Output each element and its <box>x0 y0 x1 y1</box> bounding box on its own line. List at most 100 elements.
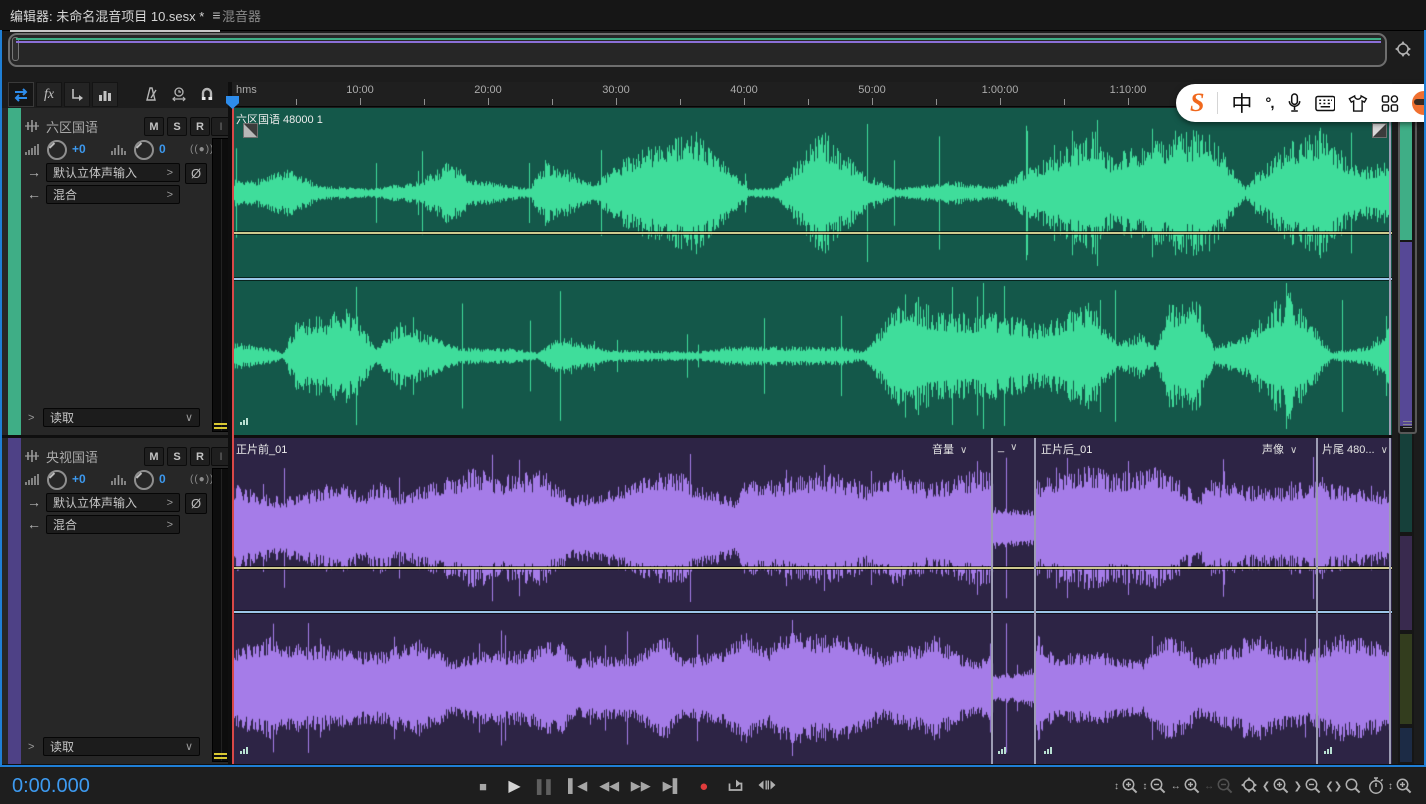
track2-mute-button[interactable]: M <box>144 447 164 466</box>
fast-forward-button[interactable]: ▶▶ <box>630 778 652 794</box>
zoom-navigator-bar[interactable] <box>8 33 1387 67</box>
tab-editor[interactable]: 编辑器: 未命名混音项目 10.sesx * ≡ <box>10 0 220 32</box>
track1-input-select[interactable]: 默认立体声输入 > <box>46 163 180 182</box>
zoom-out-time-button[interactable]: ↔ <box>1204 776 1235 796</box>
track2-volume-envelope[interactable] <box>232 567 1392 569</box>
ime-punctuation-icon[interactable]: °, <box>1265 95 1273 112</box>
effects-rack-button[interactable]: fx <box>36 82 62 107</box>
clip-right-edge[interactable] <box>1389 108 1391 435</box>
clip-boundary[interactable] <box>1316 438 1318 764</box>
track1-volume-envelope[interactable] <box>232 232 1392 234</box>
clip-gain-icon[interactable] <box>998 747 1006 754</box>
clip-envelope-selector[interactable]: 声像∨ <box>1262 441 1297 457</box>
track1-color-strip[interactable] <box>8 108 21 435</box>
track2-name[interactable]: 央视国语 <box>46 447 98 466</box>
track2-pan-knob[interactable] <box>134 470 154 490</box>
metering-button[interactable] <box>92 82 118 107</box>
minimap-thumb[interactable] <box>1398 108 1417 434</box>
magnet-snap-icon[interactable] <box>196 82 218 105</box>
go-to-next-button[interactable]: ▶▌ <box>661 778 683 794</box>
track2-pan-value[interactable]: 0 <box>159 472 166 486</box>
tab-mixer-label: 混音器 <box>222 6 261 25</box>
metronome-icon[interactable] <box>140 82 162 105</box>
loop-playback-button[interactable] <box>724 776 746 796</box>
clip-boundary[interactable] <box>1034 438 1036 764</box>
zoom-in-amplitude-button[interactable]: ↕ <box>1114 776 1140 796</box>
clip-boundary[interactable] <box>991 438 993 764</box>
time-display[interactable]: 0:00.000 <box>12 775 90 798</box>
track2-automation-mode-select[interactable]: 读取 ∨ <box>43 737 200 756</box>
clip-label[interactable]: 正片前_01 <box>236 441 287 457</box>
zoom-out-amplitude-button[interactable]: ↕ <box>1142 776 1168 796</box>
track2-clips[interactable]: 正片前_01 音量∨ _∨ 正片后_01 声像∨ 片尾 480...∨ <box>232 438 1392 764</box>
track2-color-strip[interactable] <box>8 438 21 764</box>
rewind-button[interactable]: ◀◀ <box>598 778 620 794</box>
timer-button[interactable] <box>1366 776 1386 796</box>
play-button[interactable]: ▶ <box>504 776 526 796</box>
track2-input-select[interactable]: 默认立体声输入 > <box>46 493 180 512</box>
caret-down-icon: ∨ <box>1290 445 1297 456</box>
zoom-in-time-button[interactable]: ↔ <box>1171 776 1202 796</box>
clip-gain-icon[interactable] <box>1044 747 1052 754</box>
smart-monitor-icon[interactable]: ((●)) <box>190 144 214 155</box>
panel-menu-icon[interactable]: ≡ <box>212 7 220 23</box>
record-button[interactable]: ● <box>693 778 715 795</box>
clip-label[interactable]: 正片后_01 <box>1041 441 1092 457</box>
navigator-zoom-reset-icon[interactable] <box>1392 40 1414 62</box>
track1-solo-button[interactable]: S <box>167 117 187 136</box>
nudge-icon[interactable] <box>168 82 190 105</box>
vertical-track-navigator[interactable] <box>1398 108 1414 764</box>
track1-pan-knob[interactable] <box>134 140 154 160</box>
move-tool-button[interactable] <box>8 82 34 107</box>
pause-button[interactable]: ▌▌ <box>535 779 557 794</box>
clip-gain-icon[interactable] <box>1324 747 1332 754</box>
zoom-to-out-point-button[interactable]: ❯ <box>1294 776 1323 796</box>
zoom-full-button[interactable]: ↕ <box>1388 776 1414 796</box>
ime-logo[interactable]: S <box>1190 88 1204 118</box>
clip-label: _ <box>998 441 1004 453</box>
track2-arm-button[interactable]: R <box>190 447 210 466</box>
track1-pan-envelope[interactable] <box>232 278 1392 280</box>
smart-monitor-icon[interactable]: ((●)) <box>190 474 214 485</box>
zoom-reset-button[interactable] <box>1238 776 1260 796</box>
track1-automation-mode-select[interactable]: 读取 ∨ <box>43 408 200 427</box>
tab-mixer[interactable]: 混音器 <box>222 0 261 30</box>
clip-label[interactable]: 片尾 480...∨ <box>1322 441 1388 457</box>
clip-right-edge[interactable] <box>1389 438 1391 764</box>
track2-volume-knob[interactable] <box>47 470 67 490</box>
track1-name[interactable]: 六区国语 <box>46 117 98 136</box>
track1-mute-button[interactable]: M <box>144 117 164 136</box>
track1-volume-knob[interactable] <box>47 140 67 160</box>
track1-volume-value[interactable]: +0 <box>72 142 86 156</box>
stop-button[interactable]: ■ <box>472 779 494 794</box>
microphone-icon[interactable] <box>1287 92 1302 114</box>
playhead-line[interactable] <box>232 100 234 764</box>
clip-envelope-selector[interactable]: 音量∨ <box>932 441 967 457</box>
clip-gain-icon[interactable] <box>240 418 248 425</box>
zoom-to-selection-button[interactable]: ❮❯ <box>1325 776 1363 796</box>
skip-selection-button[interactable] <box>756 778 778 795</box>
fade-in-handle[interactable] <box>243 123 258 138</box>
ime-mode-chinese[interactable]: 中 <box>1231 88 1252 118</box>
clip-gain-icon[interactable] <box>240 747 248 754</box>
go-to-previous-button[interactable]: ▌◀ <box>567 778 589 794</box>
track2-pan-envelope[interactable] <box>232 611 1392 613</box>
track1-output-select[interactable]: 混合 > <box>46 185 180 204</box>
track1-phase-button[interactable]: Ø <box>185 163 207 184</box>
automation-collapse-icon[interactable]: > <box>28 412 34 424</box>
keyboard-icon[interactable] <box>1315 95 1336 112</box>
track1-clip[interactable]: 六区国语 48000 1 <box>232 108 1392 435</box>
ime-menu-grid-icon[interactable] <box>1381 94 1399 113</box>
routing-button[interactable] <box>64 82 90 107</box>
track2-phase-button[interactable]: Ø <box>185 493 207 514</box>
automation-collapse-icon[interactable]: > <box>28 741 34 753</box>
track1-pan-value[interactable]: 0 <box>159 142 166 156</box>
clip-envelope-selector[interactable]: _∨ <box>998 441 1017 453</box>
skin-tshirt-icon[interactable] <box>1348 94 1368 113</box>
track1-arm-button[interactable]: R <box>190 117 210 136</box>
fade-out-handle[interactable] <box>1372 123 1387 138</box>
track2-output-select[interactable]: 混合 > <box>46 515 180 534</box>
zoom-to-in-point-button[interactable]: ❮ <box>1262 776 1291 796</box>
track2-volume-value[interactable]: +0 <box>72 472 86 486</box>
track2-solo-button[interactable]: S <box>167 447 187 466</box>
